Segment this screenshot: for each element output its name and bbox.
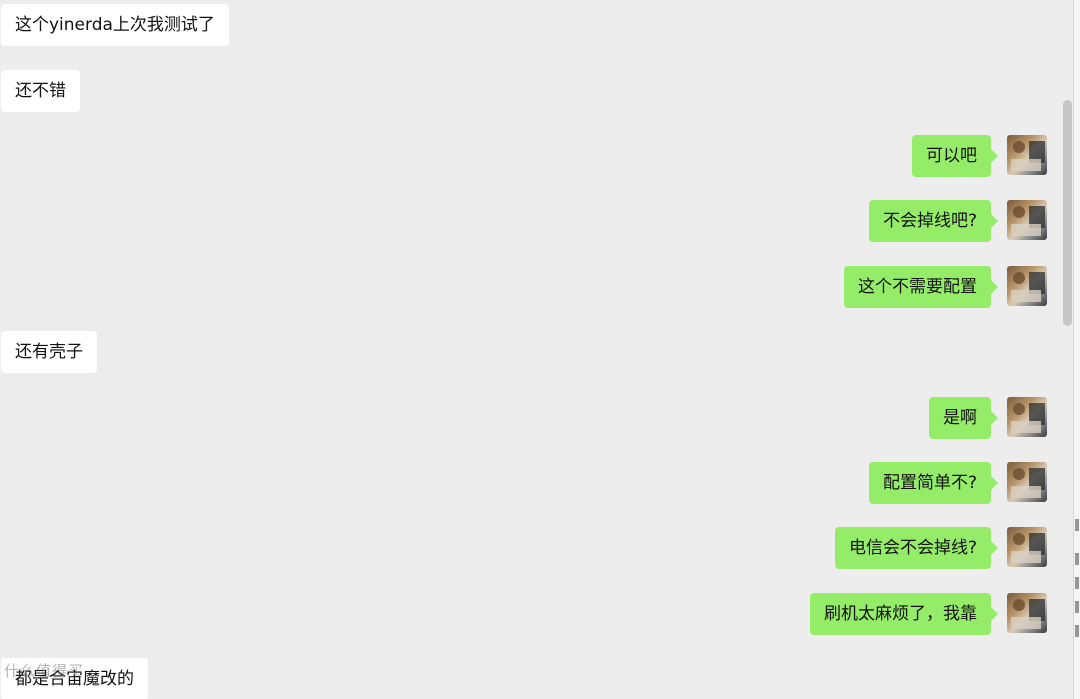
message-outgoing: 配置简单不?	[827, 462, 1047, 504]
avatar[interactable]	[1007, 397, 1047, 437]
message-outgoing: 刷机太麻烦了，我靠	[767, 593, 1047, 635]
clipped-text-fragments	[1075, 519, 1079, 637]
message-incoming: 还不错	[1, 70, 101, 112]
avatar[interactable]	[1007, 462, 1047, 502]
avatar-photo-icon	[1011, 141, 1045, 171]
avatar[interactable]	[1007, 593, 1047, 633]
avatar[interactable]	[1007, 527, 1047, 567]
message-outgoing: 电信会不会掉线?	[787, 527, 1047, 569]
message-bubble[interactable]: 不会掉线吧?	[868, 200, 999, 242]
message-outgoing: 可以吧	[847, 135, 1047, 177]
chat-area: 这个yinerda上次我测试了 还不错 可以吧 不会掉线吧? 这个不需要配置 还…	[0, 0, 1080, 699]
message-bubble[interactable]: 这个不需要配置	[844, 266, 998, 308]
message-bubble[interactable]: 是啊	[929, 397, 998, 439]
message-incoming: 这个yinerda上次我测试了	[1, 4, 231, 46]
avatar-photo-icon	[1011, 272, 1045, 302]
message-outgoing: 是啊	[887, 397, 1047, 439]
message-incoming: 都是合宙魔改的	[1, 658, 171, 699]
message-bubble[interactable]: 电信会不会掉线?	[834, 527, 999, 569]
message-bubble[interactable]: 刷机太麻烦了，我靠	[810, 593, 998, 635]
message-bubble[interactable]: 可以吧	[912, 135, 998, 177]
message-bubble[interactable]: 还有壳子	[1, 331, 97, 373]
avatar-photo-icon	[1011, 403, 1045, 433]
scrollbar-thumb[interactable]	[1063, 100, 1072, 326]
avatar[interactable]	[1007, 266, 1047, 306]
message-incoming: 还有壳子	[1, 331, 121, 373]
message-bubble[interactable]: 都是合宙魔改的	[1, 658, 148, 699]
avatar[interactable]	[1007, 200, 1047, 240]
message-bubble[interactable]: 配置简单不?	[868, 462, 999, 504]
avatar-photo-icon	[1011, 206, 1045, 236]
message-outgoing: 不会掉线吧?	[827, 200, 1047, 242]
message-outgoing: 这个不需要配置	[807, 266, 1047, 308]
avatar-photo-icon	[1011, 533, 1045, 563]
avatar[interactable]	[1007, 135, 1047, 175]
message-bubble[interactable]: 还不错	[1, 70, 80, 112]
avatar-photo-icon	[1011, 599, 1045, 629]
message-bubble[interactable]: 这个yinerda上次我测试了	[1, 4, 229, 46]
avatar-photo-icon	[1011, 468, 1045, 498]
